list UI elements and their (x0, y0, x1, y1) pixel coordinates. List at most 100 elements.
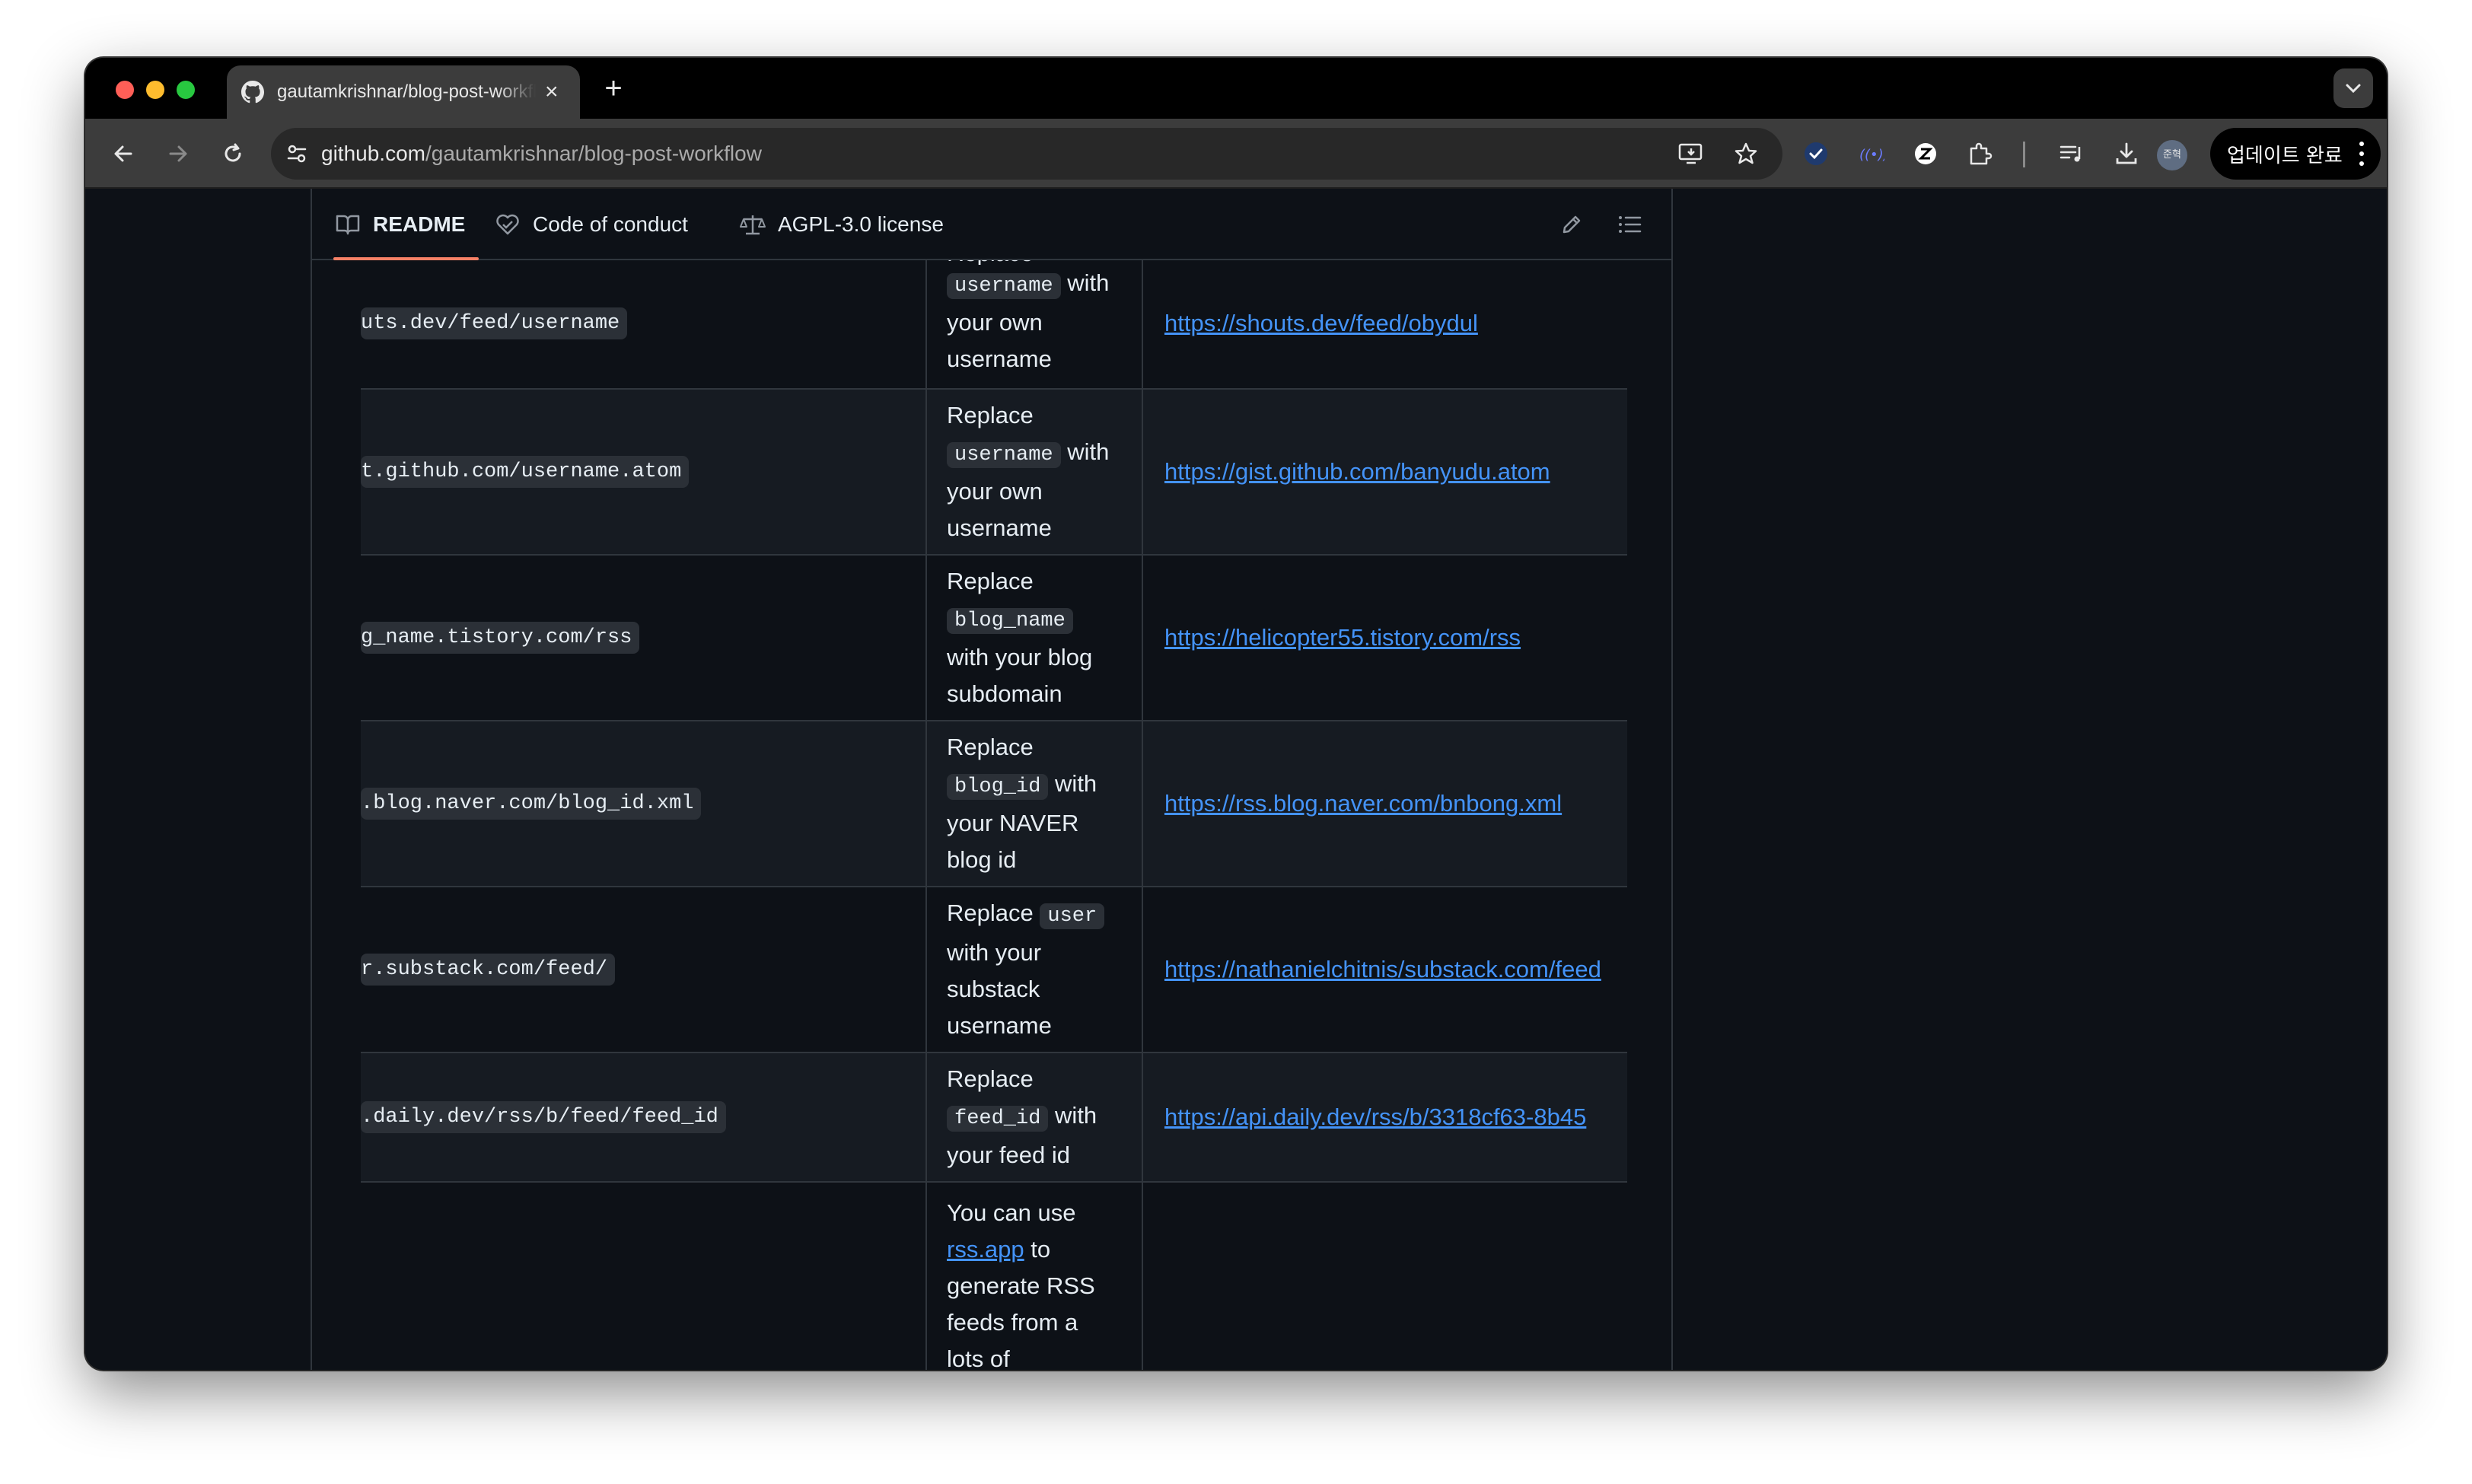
extension-signal-icon[interactable]: ((•)) (1852, 135, 1889, 172)
desc-text: Replace (947, 402, 1034, 428)
desc-text: with (1067, 438, 1110, 465)
desc-text: Replace (947, 734, 1034, 760)
table-row: .daily.dev/rss/b/feed/feed_id Replace fe… (361, 1052, 1627, 1181)
desc-text: blog id (947, 846, 1017, 873)
browser-tab-active[interactable]: gautamkrishnar/blog-post-workflow × (227, 65, 580, 119)
site-info-icon[interactable] (282, 139, 312, 169)
table-cell-url: t.github.com/username.atom (361, 390, 925, 554)
tab-label: Code of conduct (533, 212, 688, 236)
table-cell-url: uts.dev/feed/username (361, 259, 925, 388)
example-link[interactable]: https://helicopter55.tistory.com/rss (1164, 624, 1521, 651)
book-icon (335, 212, 361, 237)
minimize-window-button[interactable] (146, 81, 164, 99)
tab-strip: gautamkrishnar/blog-post-workflow × + (85, 58, 2387, 119)
arrow-left-icon (114, 145, 132, 162)
update-button[interactable]: 업데이트 완료 (2210, 128, 2381, 180)
desc-line: blog_id with (947, 766, 1126, 805)
github-icon (241, 80, 265, 104)
close-tab-icon[interactable]: × (545, 81, 559, 103)
desc-text: your feed id (947, 1142, 1070, 1168)
feed-url-code: g_name.tistory.com/rss (361, 622, 640, 654)
feed-url-code: .blog.naver.com/blog_id.xml (361, 788, 702, 820)
tab-readme[interactable]: README (333, 189, 479, 260)
rss-app-link[interactable]: rss.app (947, 1236, 1024, 1263)
desc-text: generate RSS (947, 1272, 1095, 1299)
desc-text: to (1031, 1236, 1051, 1263)
outline-list-icon[interactable] (1615, 210, 1644, 239)
table-row: uts.dev/feed/username Replace username w… (361, 248, 1627, 388)
install-app-icon[interactable] (1673, 135, 1709, 172)
desc-text: Replace (947, 568, 1034, 594)
tab-code-of-conduct[interactable]: Code of conduct (495, 189, 688, 260)
table-cell-example: https://nathanielchitnis/substack.com/fe… (1143, 887, 1627, 1052)
desc-text: Replace (947, 1065, 1034, 1092)
table-cell-description: Replace user with your substack username (925, 887, 1143, 1052)
edit-pencil-icon[interactable] (1557, 210, 1586, 239)
inline-code: username (947, 273, 1061, 299)
more-menu-icon[interactable] (2359, 142, 2364, 166)
maximize-window-button[interactable] (177, 81, 195, 99)
back-button[interactable] (105, 135, 142, 172)
desc-line: rss.app to (947, 1231, 1126, 1268)
extension-check-icon[interactable] (1798, 135, 1834, 172)
table-cell-description: Replace feed_id with your feed id (925, 1053, 1143, 1181)
table-cell-url: .blog.naver.com/blog_id.xml (361, 721, 925, 886)
close-window-button[interactable] (116, 81, 134, 99)
address-bar[interactable]: github.com/gautamkrishnar/blog-post-work… (271, 128, 1782, 180)
table-row: r.substack.com/feed/ Replace user with y… (361, 886, 1627, 1052)
tab-title: gautamkrishnar/blog-post-workflow (277, 81, 536, 102)
browser-toolbar: github.com/gautamkrishnar/blog-post-work… (85, 119, 2387, 189)
desc-text: substack (947, 976, 1040, 1002)
table-row: t.github.com/username.atom Replace usern… (361, 388, 1627, 554)
desc-text: username (947, 1012, 1052, 1039)
toolbar-divider (2023, 142, 2025, 167)
desc-text: Replace (947, 900, 1034, 926)
extension-z-icon[interactable] (1907, 135, 1944, 172)
desc-text: with your blog (947, 644, 1093, 670)
feed-url-code: t.github.com/username.atom (361, 456, 690, 488)
update-label: 업데이트 완료 (2227, 144, 2343, 167)
inline-code: user (1040, 903, 1105, 929)
desc-text: your own (947, 478, 1043, 505)
desc-text: username (947, 514, 1052, 541)
table-cell-example (1143, 1183, 1627, 1370)
inline-code: username (947, 442, 1061, 468)
example-link[interactable]: https://gist.github.com/banyudu.atom (1164, 458, 1550, 486)
desc-text: username (947, 346, 1052, 372)
url-text: github.com/gautamkrishnar/blog-post-work… (321, 142, 762, 165)
tab-search-button[interactable] (2333, 68, 2373, 108)
arrow-right-icon (169, 145, 187, 162)
inline-code: blog_name (947, 608, 1073, 634)
page-content: uts.dev/feed/username Replace username w… (85, 189, 2387, 1370)
table-cell-url: g_name.tistory.com/rss (361, 556, 925, 720)
table-cell-example: https://api.daily.dev/rss/b/3318cf63-8b4… (1143, 1053, 1627, 1181)
extensions-puzzle-icon[interactable] (1962, 135, 1999, 172)
desc-text: with (1067, 269, 1110, 296)
scale-icon (740, 212, 766, 237)
forward-button[interactable] (160, 135, 196, 172)
desc-text: subdomain (947, 680, 1062, 707)
readme-panel: uts.dev/feed/username Replace username w… (311, 189, 1673, 1370)
example-link[interactable]: https://rss.blog.naver.com/bnbong.xml (1164, 790, 1562, 817)
tab-label: AGPL-3.0 license (778, 212, 944, 236)
download-icon[interactable] (2108, 135, 2145, 172)
example-link[interactable]: https://nathanielchitnis/substack.com/fe… (1164, 956, 1601, 983)
heart-handshake-icon (495, 212, 521, 237)
tab-license[interactable]: AGPL-3.0 license (740, 189, 944, 260)
desc-text: You can use (947, 1199, 1076, 1226)
readme-header: README Code of conduct AGPL-3.0 license (312, 189, 1671, 260)
desc-text: lots of (947, 1345, 1010, 1370)
table-row: .blog.naver.com/blog_id.xml Replace blog… (361, 720, 1627, 886)
new-tab-button[interactable]: + (595, 70, 632, 107)
example-link[interactable]: https://api.daily.dev/rss/b/3318cf63-8b4… (1164, 1103, 1586, 1131)
table-cell-description: Replace blog_name with your blog subdoma… (925, 556, 1143, 720)
desc-text: feeds from a (947, 1309, 1078, 1336)
chevron-down-icon (2346, 84, 2361, 94)
reload-button[interactable] (215, 135, 251, 172)
bookmark-star-icon[interactable] (1728, 135, 1764, 172)
table-cell-description: You can use rss.app to generate RSS feed… (925, 1183, 1143, 1370)
media-controls-icon[interactable] (2053, 135, 2090, 172)
desc-line: Replace user (947, 895, 1126, 935)
profile-avatar[interactable]: 준혁 (2157, 140, 2187, 170)
example-link[interactable]: https://shouts.dev/feed/obydul (1164, 310, 1478, 337)
